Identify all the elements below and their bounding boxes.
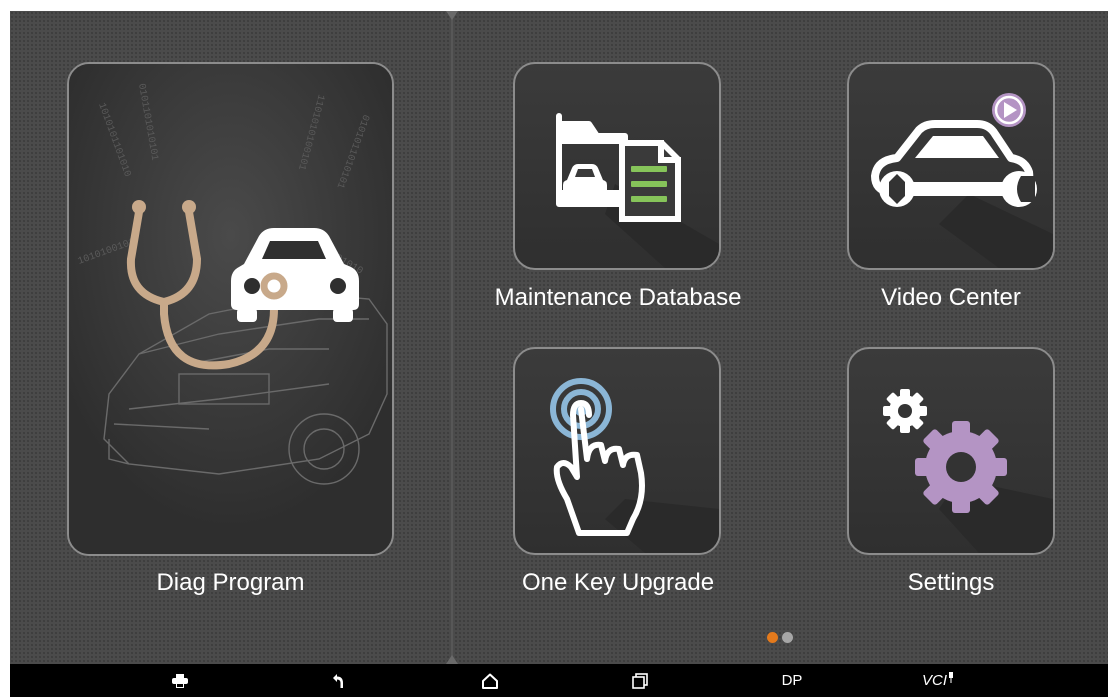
system-navigation-bar: DP VCI: [10, 664, 1108, 697]
top-notch-indicator: [446, 11, 458, 20]
recent-apps-icon: [632, 672, 648, 689]
folder-document-icon: [556, 113, 719, 268]
diag-program-label: Diag Program: [156, 569, 305, 596]
car-wrench-play-icon: [871, 93, 1053, 268]
home-button[interactable]: [476, 664, 504, 697]
one-key-upgrade-tile[interactable]: [513, 347, 721, 555]
recent-apps-button[interactable]: [626, 664, 654, 697]
stethoscope-car-icon: [126, 200, 359, 370]
video-center-tile[interactable]: [847, 62, 1055, 270]
gears-icon: [883, 389, 1053, 553]
back-button[interactable]: [324, 664, 352, 697]
one-key-upgrade-label: One Key Upgrade: [521, 569, 715, 596]
home-screen: 1010101101010 0101101010101 110101010010…: [10, 11, 1108, 664]
home-icon: [482, 673, 498, 689]
settings-label: Settings: [907, 569, 995, 596]
maintenance-database-label: Maintenance Database: [494, 284, 742, 311]
vci-status-button[interactable]: VCI: [916, 664, 960, 697]
screenshot-button[interactable]: [166, 664, 194, 697]
dp-button[interactable]: DP: [772, 664, 812, 697]
vci-connector-icon: [949, 671, 953, 683]
page-dot-inactive[interactable]: [782, 632, 793, 643]
bottom-notch-indicator: [446, 655, 458, 664]
printer-icon: [172, 673, 188, 688]
diag-program-tile[interactable]: 1010101101010 0101101010101 110101010010…: [67, 62, 394, 556]
maintenance-database-tile[interactable]: [513, 62, 721, 270]
video-center-label: Video Center: [881, 284, 1021, 311]
settings-tile[interactable]: [847, 347, 1055, 555]
page-dot-active[interactable]: [767, 632, 778, 643]
dp-label: DP: [781, 672, 803, 689]
vci-label: VCI: [921, 672, 947, 689]
touch-hand-icon: [550, 378, 719, 553]
panel-divider: [451, 11, 453, 664]
back-arrow-icon: [333, 673, 343, 688]
